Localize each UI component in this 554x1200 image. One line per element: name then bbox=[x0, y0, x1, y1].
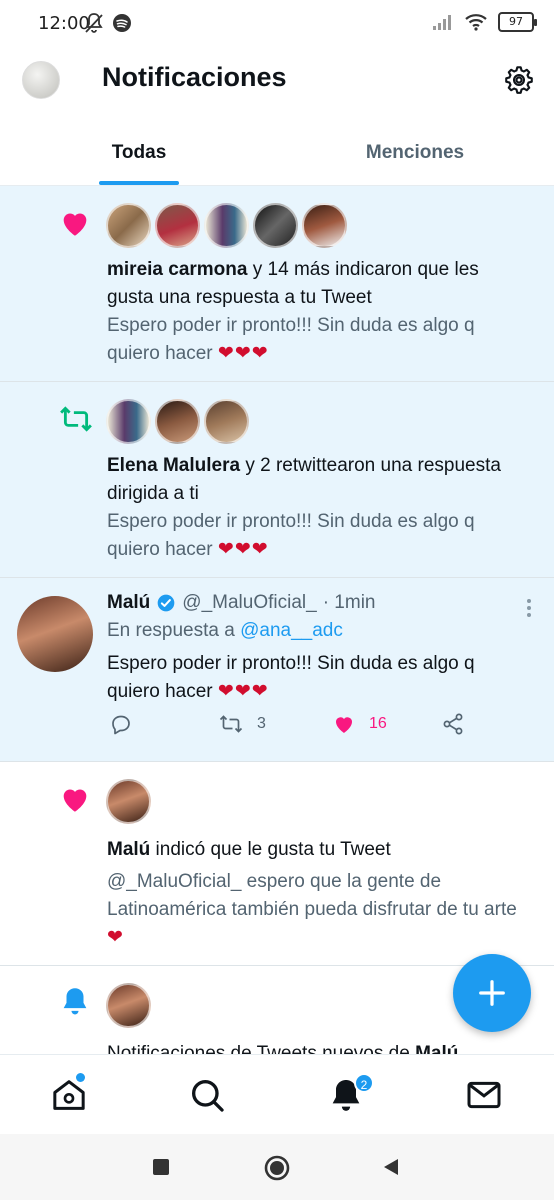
share-button[interactable] bbox=[441, 712, 465, 736]
notification-feed[interactable]: mireia carmona y 14 más indicaron que le… bbox=[0, 186, 554, 1054]
circle-icon[interactable] bbox=[263, 1154, 291, 1182]
dnd-off-icon bbox=[85, 13, 103, 33]
status-bar: 12:00 97 bbox=[0, 0, 554, 50]
avatar-group bbox=[106, 203, 347, 248]
app-header: Notificaciones bbox=[0, 50, 554, 110]
notification-item[interactable]: Malú indicó que le gusta tu Tweet @_Malu… bbox=[0, 762, 554, 966]
heart-icon bbox=[336, 717, 352, 733]
spotify-icon bbox=[113, 14, 131, 32]
notification-text: mireia carmona y 14 más indicaron que le… bbox=[107, 259, 479, 308]
tab-todas[interactable]: Todas bbox=[99, 122, 179, 186]
more-options-icon[interactable] bbox=[526, 598, 532, 618]
gear-icon[interactable] bbox=[502, 63, 536, 97]
tab-indicator bbox=[99, 181, 179, 185]
search-icon[interactable] bbox=[187, 1075, 227, 1115]
back-icon[interactable] bbox=[380, 1156, 402, 1178]
retweet-icon bbox=[60, 406, 92, 432]
reply-context: En respuesta a @ana__adc bbox=[107, 620, 343, 641]
notification-badge: 2 bbox=[354, 1073, 374, 1093]
avatar[interactable] bbox=[106, 203, 151, 248]
actor-name[interactable]: Malú bbox=[415, 1043, 458, 1054]
notification-item[interactable]: Elena Malulera y 2 retwittearon una resp… bbox=[0, 382, 554, 578]
retweet-icon bbox=[219, 715, 243, 733]
tweet-preview: Espero poder ir pronto!!! Sin duda es al… bbox=[107, 315, 475, 364]
notification-text: Elena Malulera y 2 retwittearon una resp… bbox=[107, 455, 501, 504]
avatar[interactable] bbox=[253, 203, 298, 248]
home-new-dot bbox=[76, 1073, 85, 1082]
tweet-text: Espero poder ir pronto!!! Sin duda es al… bbox=[107, 653, 475, 702]
tweet-preview: @_MaluOficial_ espero que la gente de La… bbox=[107, 871, 517, 948]
battery-icon: 97 bbox=[498, 12, 537, 32]
tweet-actions: 3 16 bbox=[107, 712, 467, 742]
avatar-group bbox=[106, 779, 151, 824]
status-time: 12:00 bbox=[38, 13, 90, 34]
bottom-navigation: 2 bbox=[0, 1054, 554, 1134]
wifi-icon bbox=[465, 14, 487, 31]
notification-text: Malú indicó que le gusta tu Tweet bbox=[107, 839, 391, 860]
system-navigation bbox=[0, 1134, 554, 1200]
tweet-header: Malú @_MaluOficial_ · 1min bbox=[107, 592, 375, 614]
avatar[interactable] bbox=[155, 203, 200, 248]
tweet-author-name[interactable]: Malú bbox=[107, 592, 150, 614]
reply-icon bbox=[112, 715, 130, 735]
compose-tweet-button[interactable] bbox=[453, 954, 531, 1032]
retweet-button[interactable]: 3 bbox=[217, 712, 266, 736]
profile-avatar[interactable] bbox=[22, 61, 60, 99]
like-button[interactable]: 16 bbox=[331, 712, 387, 736]
avatar-group bbox=[106, 399, 249, 444]
notification-tabs: Todas Menciones bbox=[0, 122, 554, 186]
heart-emoji: ❤❤❤ bbox=[217, 539, 269, 560]
reply-button[interactable] bbox=[109, 712, 133, 736]
avatar[interactable] bbox=[204, 203, 249, 248]
status-left-icons bbox=[84, 12, 132, 34]
actor-name[interactable]: Elena Malulera bbox=[107, 455, 240, 476]
retweet-count: 3 bbox=[257, 715, 266, 732]
notification-text: Notificaciones de Tweets nuevos de Malú bbox=[107, 1040, 530, 1054]
avatar[interactable] bbox=[106, 779, 151, 824]
plus-icon bbox=[479, 980, 505, 1006]
bell-icon bbox=[63, 988, 87, 1015]
avatar[interactable] bbox=[106, 399, 151, 444]
heart-emoji: ❤❤❤ bbox=[217, 343, 269, 364]
heart-icon bbox=[63, 789, 87, 812]
tweet-time: · 1min bbox=[322, 592, 376, 613]
tweet-item[interactable]: Malú @_MaluOficial_ · 1min En respuesta … bbox=[0, 578, 554, 762]
heart-emoji: ❤ bbox=[107, 927, 124, 948]
avatar-group bbox=[106, 983, 151, 1028]
page-title: Notificaciones bbox=[102, 62, 287, 92]
avatar[interactable] bbox=[204, 399, 249, 444]
reply-to-link[interactable]: @ana__adc bbox=[240, 620, 343, 641]
actor-name[interactable]: Malú bbox=[107, 839, 150, 860]
tweet-preview: Espero poder ir pronto!!! Sin duda es al… bbox=[107, 511, 475, 560]
avatar[interactable] bbox=[155, 399, 200, 444]
verified-badge-icon bbox=[157, 594, 175, 612]
avatar[interactable] bbox=[302, 203, 347, 248]
like-count: 16 bbox=[369, 715, 387, 732]
square-icon[interactable] bbox=[151, 1157, 171, 1177]
actor-name[interactable]: mireia carmona bbox=[107, 259, 247, 280]
status-right-icons: 97 bbox=[432, 12, 537, 32]
tweet-handle[interactable]: @_MaluOficial_ bbox=[182, 592, 316, 614]
heart-emoji: ❤❤❤ bbox=[217, 681, 269, 702]
signal-icon bbox=[433, 15, 451, 30]
share-icon bbox=[443, 713, 463, 735]
mail-icon[interactable] bbox=[464, 1075, 504, 1115]
heart-icon bbox=[63, 213, 87, 236]
notification-item[interactable]: mireia carmona y 14 más indicaron que le… bbox=[0, 186, 554, 382]
avatar[interactable] bbox=[17, 596, 93, 672]
avatar[interactable] bbox=[106, 983, 151, 1028]
tab-menciones[interactable]: Menciones bbox=[340, 122, 490, 186]
